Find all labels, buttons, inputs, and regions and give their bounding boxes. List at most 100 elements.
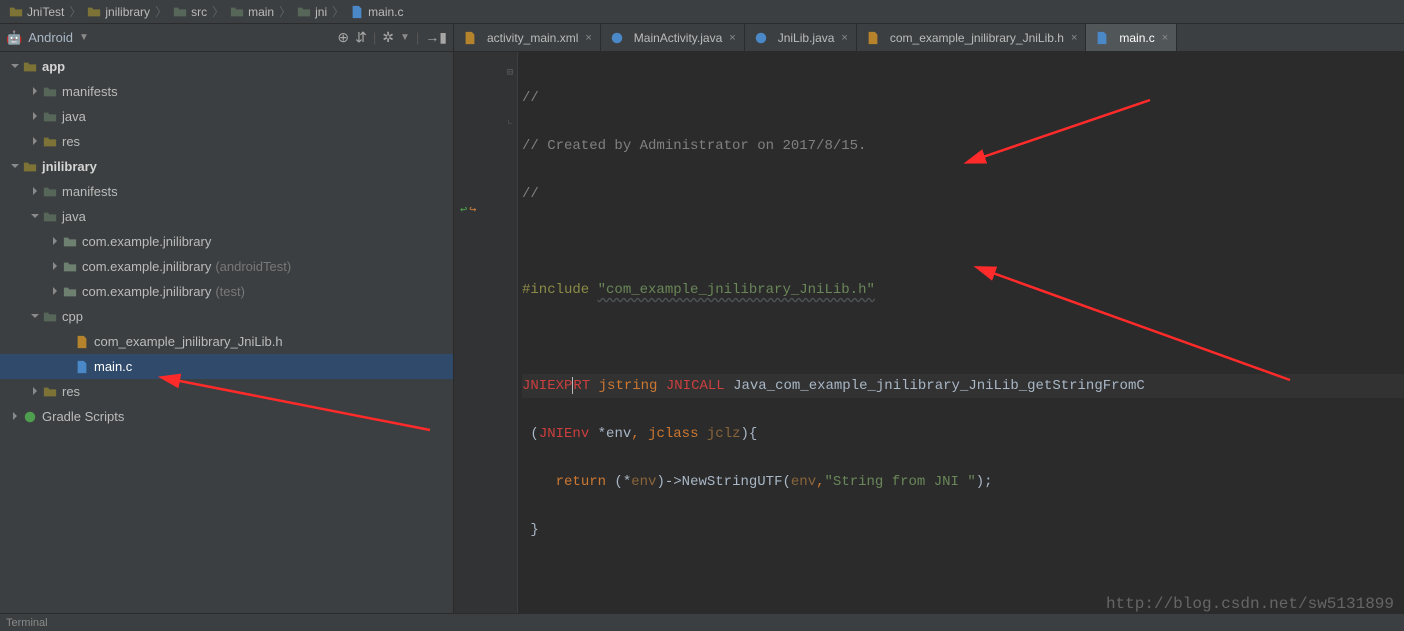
project-sidebar: 🤖 Android ▼ ⊕ ⇵ | ✲ ▼ | →▮ app	[0, 24, 454, 613]
code-text: ){	[741, 426, 758, 442]
code-text: ,	[631, 426, 648, 442]
editor-tab[interactable]: JniLib.java ×	[745, 24, 857, 51]
breadcrumb-label: main.c	[368, 5, 403, 19]
tree-label: app	[42, 59, 65, 74]
code-text: "com_example_jnilibrary_JniLib.h"	[598, 282, 875, 298]
expand-arrow-icon[interactable]	[48, 287, 62, 297]
tree-node-app[interactable]: app	[0, 54, 453, 79]
tree-node-jnilibrary[interactable]: jnilibrary	[0, 154, 453, 179]
package-icon	[62, 234, 78, 250]
tree-label: com.example.jnilibrary	[82, 284, 211, 299]
code-text: "String from JNI "	[825, 474, 976, 490]
settings-gear-icon[interactable]: ✲	[382, 29, 394, 46]
breadcrumb-item[interactable]: jnilibrary	[82, 4, 154, 20]
dropdown-chevron-icon[interactable]: ▼	[79, 32, 89, 43]
code-text: }	[522, 522, 539, 538]
breadcrumb-item[interactable]: jni	[292, 4, 331, 20]
breadcrumb-item[interactable]: main.c	[345, 4, 407, 20]
expand-arrow-icon[interactable]	[28, 387, 42, 397]
tree-node[interactable]: java	[0, 104, 453, 129]
tree-label: com_example_jnilibrary_JniLib.h	[94, 334, 283, 349]
expand-arrow-icon[interactable]	[8, 162, 22, 172]
tree-label: java	[62, 109, 86, 124]
code-text	[522, 474, 556, 490]
editor-tab[interactable]: com_example_jnilibrary_JniLib.h ×	[857, 24, 1087, 51]
tree-node[interactable]: manifests	[0, 179, 453, 204]
collapse-icon[interactable]: ⇵	[355, 29, 367, 46]
tree-label: Gradle Scripts	[42, 409, 124, 424]
locate-icon[interactable]: ⊕	[337, 29, 349, 46]
hide-button-icon[interactable]: →▮	[425, 29, 447, 46]
close-icon[interactable]: ×	[585, 32, 591, 44]
tree-node[interactable]: res	[0, 379, 453, 404]
tab-label: JniLib.java	[778, 31, 835, 45]
folder-icon	[172, 4, 188, 20]
c-file-icon	[349, 4, 365, 20]
close-icon[interactable]: ×	[1162, 32, 1168, 44]
editor-gutter[interactable]: ⊟ ⌞ ↩ ↪	[454, 52, 518, 613]
nav-arrows[interactable]: ↩ ↪	[460, 198, 476, 222]
tree-node[interactable]: com.example.jnilibrary (androidTest)	[0, 254, 453, 279]
tree-node[interactable]: com_example_jnilibrary_JniLib.h	[0, 329, 453, 354]
breadcrumb-item[interactable]: src	[168, 4, 211, 20]
close-icon[interactable]: ×	[729, 32, 735, 44]
folder-icon	[42, 184, 58, 200]
code-text: return	[556, 474, 606, 490]
expand-arrow-icon[interactable]	[28, 87, 42, 97]
tree-node[interactable]: manifests	[0, 79, 453, 104]
code-text: );	[976, 474, 993, 490]
expand-arrow-icon[interactable]	[8, 412, 22, 422]
nav-forward-icon[interactable]: ↪	[469, 198, 476, 222]
code-text: // Created by Administrator on 2017/8/15…	[522, 138, 866, 154]
breadcrumb-label: main	[248, 5, 274, 19]
expand-arrow-icon[interactable]	[48, 237, 62, 247]
tree-label: main.c	[94, 359, 132, 374]
tree-node[interactable]: cpp	[0, 304, 453, 329]
expand-arrow-icon[interactable]	[28, 112, 42, 122]
breadcrumb-item[interactable]: JniTest	[4, 4, 68, 20]
expand-arrow-icon[interactable]	[28, 187, 42, 197]
folder-icon	[296, 4, 312, 20]
fold-end-icon: ⌞	[507, 110, 513, 134]
tree-node[interactable]: com.example.jnilibrary	[0, 229, 453, 254]
code-text: jclz	[698, 426, 740, 442]
code-text: )->NewStringUTF(	[656, 474, 790, 490]
tree-label: res	[62, 384, 80, 399]
expand-arrow-icon[interactable]	[28, 137, 42, 147]
tree-label: com.example.jnilibrary	[82, 259, 211, 274]
expand-arrow-icon[interactable]	[48, 262, 62, 272]
code-text: ,	[816, 474, 824, 490]
expand-arrow-icon[interactable]	[28, 212, 42, 222]
tree-node[interactable]: com.example.jnilibrary (test)	[0, 279, 453, 304]
xml-file-icon	[462, 30, 478, 46]
tree-node[interactable]: java	[0, 204, 453, 229]
res-folder-icon	[42, 384, 58, 400]
dropdown-chevron-icon[interactable]: ▼	[400, 32, 410, 43]
expand-arrow-icon[interactable]	[28, 312, 42, 322]
editor-body[interactable]: ⊟ ⌞ ↩ ↪ // // Created by Administrator o…	[454, 52, 1404, 613]
close-icon[interactable]: ×	[1071, 32, 1077, 44]
java-file-icon	[753, 30, 769, 46]
tree-node-gradle[interactable]: Gradle Scripts	[0, 404, 453, 429]
h-file-icon	[865, 30, 881, 46]
tree-node[interactable]: res	[0, 129, 453, 154]
nav-back-icon[interactable]: ↩	[460, 198, 467, 222]
project-tree[interactable]: app manifests java res jnilibrary	[0, 52, 453, 613]
tree-node-selected[interactable]: main.c	[0, 354, 453, 379]
view-mode-selector[interactable]: Android	[28, 30, 73, 45]
breadcrumb-item[interactable]: main	[225, 4, 278, 20]
fold-minus-icon[interactable]: ⊟	[507, 62, 513, 86]
module-folder-icon	[8, 4, 24, 20]
editor-tab-active[interactable]: main.c ×	[1086, 24, 1177, 51]
code-area[interactable]: // // Created by Administrator on 2017/8…	[518, 52, 1404, 613]
close-icon[interactable]: ×	[841, 32, 847, 44]
expand-arrow-icon[interactable]	[8, 62, 22, 72]
editor-tab[interactable]: MainActivity.java ×	[601, 24, 745, 51]
project-view-toolbar: 🤖 Android ▼ ⊕ ⇵ | ✲ ▼ | →▮	[0, 24, 453, 52]
editor-tab[interactable]: activity_main.xml ×	[454, 24, 601, 51]
tab-label: activity_main.xml	[487, 31, 578, 45]
folder-icon	[229, 4, 245, 20]
code-text: (*	[606, 474, 631, 490]
terminal-tool-button[interactable]: Terminal	[6, 617, 48, 629]
android-icon: 🤖	[6, 30, 22, 46]
